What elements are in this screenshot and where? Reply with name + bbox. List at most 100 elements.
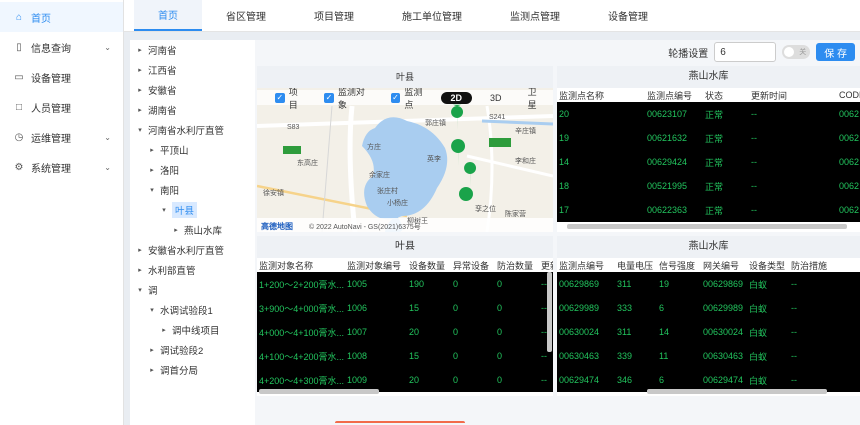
table-cell: 00521995: [645, 174, 703, 198]
sidebar-item[interactable]: ▯ 信息查询 ⌄: [0, 32, 123, 62]
table-row[interactable]: 4+000～4+100膏水... 1007 20 0 0 --: [257, 320, 553, 344]
table-cell: 14: [657, 320, 701, 344]
tree-node[interactable]: ▸ 调首分局: [130, 360, 255, 380]
tree-node[interactable]: ▸ 湖南省: [130, 100, 255, 120]
checkbox-checked[interactable]: ✓: [324, 92, 334, 103]
table-cell: 0062: [837, 126, 860, 150]
table-row[interactable]: 1+200～2+200膏水... 1005 190 0 0 --: [257, 272, 553, 296]
table-row[interactable]: 00630463 339 11 00630463 白蚁 --: [557, 344, 860, 368]
tree-node[interactable]: ▸ 平顶山: [130, 140, 255, 160]
map-filter-label: 监测点: [404, 86, 423, 110]
column-header: 监测对象编号: [345, 258, 407, 272]
column-header: 网关编号: [701, 258, 747, 272]
table-cell: 333: [615, 296, 657, 320]
tree-node[interactable]: ▸ 洛阳: [130, 160, 255, 180]
checkbox-checked[interactable]: ✓: [275, 92, 285, 103]
tree-node[interactable]: ▸ 江西省: [130, 60, 255, 80]
tree-node[interactable]: ▾ 河南省水利厅直管: [130, 120, 255, 140]
caret-right-icon[interactable]: ▸: [134, 66, 146, 74]
table-row[interactable]: 00630024 311 14 00630024 白蚁 --: [557, 320, 860, 344]
table-row[interactable]: 14 00629424 正常 -- 0062: [557, 150, 860, 174]
caret-down-icon[interactable]: ▾: [158, 206, 170, 214]
tree-node[interactable]: ▾ 叶县: [130, 200, 255, 220]
horizontal-scrollbar[interactable]: [647, 389, 827, 394]
horizontal-scrollbar[interactable]: [259, 389, 379, 394]
table-cell: 1008: [345, 344, 407, 368]
table-cell: 190: [407, 272, 451, 296]
table-cell: 0: [495, 272, 539, 296]
map-mode-卫星[interactable]: 卫星: [520, 85, 553, 111]
table-row[interactable]: 00629869 311 19 00629869 白蚁 --: [557, 272, 860, 296]
table-row[interactable]: 3+900～4+000膏水... 1006 15 0 0 --: [257, 296, 553, 320]
map-filter-label: 项目: [288, 86, 298, 110]
tree-node-label: 平顶山: [160, 146, 189, 157]
caret-down-icon[interactable]: ▾: [134, 126, 146, 134]
tab-item[interactable]: 设备管理: [584, 0, 672, 31]
sidebar-item[interactable]: ⌂ 首页: [0, 2, 123, 32]
sidebar-item[interactable]: □ 人员管理: [0, 92, 123, 122]
caret-right-icon[interactable]: ▸: [146, 166, 158, 174]
tree-node[interactable]: ▾ 调: [130, 280, 255, 300]
caret-right-icon[interactable]: ▸: [146, 346, 158, 354]
sidebar-item[interactable]: ◷ 运维管理 ⌄: [0, 122, 123, 152]
tree-node-label: 河南省: [148, 46, 177, 57]
tree-node[interactable]: ▸ 燕山水库: [130, 220, 255, 240]
sidebar-item-label: 系统管理: [31, 163, 71, 175]
tree-node[interactable]: ▾ 南阳: [130, 180, 255, 200]
tab-item[interactable]: 监测点管理: [486, 0, 584, 31]
caret-right-icon[interactable]: ▸: [134, 266, 146, 274]
map-mode-3d[interactable]: 3D: [482, 93, 510, 103]
caret-right-icon[interactable]: ▸: [170, 226, 182, 234]
table-cell: 00630463: [701, 344, 747, 368]
table-cell: 00629424: [645, 150, 703, 174]
tab-item[interactable]: 施工单位管理: [378, 0, 486, 31]
caret-down-icon[interactable]: ▾: [146, 306, 158, 314]
tree-node[interactable]: ▸ 河南省: [130, 40, 255, 60]
table-row[interactable]: 19 00621632 正常 -- 0062: [557, 126, 860, 150]
caret-right-icon[interactable]: ▸: [146, 146, 158, 154]
save-button[interactable]: 保 存: [816, 43, 855, 61]
tree-node[interactable]: ▸ 水利部直管: [130, 260, 255, 280]
tree-node[interactable]: ▸ 安徽省: [130, 80, 255, 100]
table-row[interactable]: 00629989 333 6 00629989 白蚁 --: [557, 296, 860, 320]
table-cell: 00621632: [645, 126, 703, 150]
rotation-input[interactable]: [714, 42, 777, 62]
caret-right-icon[interactable]: ▸: [134, 106, 146, 114]
tab-item[interactable]: 首页: [134, 0, 202, 31]
horizontal-scrollbar[interactable]: [567, 224, 847, 229]
caret-right-icon[interactable]: ▸: [146, 366, 158, 374]
region-tree: ▸ 河南省 ▸ 江西省 ▸ 安徽省 ▸ 湖南省 ▾ 河南省水利厅直管 ▸ 平顶山 ▸ 洛阳 ▾ 南阳 ▾ 叶县 ▸ 燕…: [130, 40, 255, 425]
caret-right-icon[interactable]: ▸: [134, 86, 146, 94]
table-cell: 正常: [703, 102, 749, 126]
table-cell: 0062: [837, 198, 860, 222]
caret-right-icon[interactable]: ▸: [158, 326, 170, 334]
monitoring-point-table: 监测点名称监测点编号状态更新时间CODE2000623107正常--006219…: [557, 88, 860, 222]
table-cell: 15: [407, 296, 451, 320]
checkbox-checked[interactable]: ✓: [390, 92, 401, 103]
table-row[interactable]: 20 00623107 正常 -- 0062: [557, 102, 860, 126]
caret-down-icon[interactable]: ▾: [134, 286, 146, 294]
tab-item[interactable]: 项目管理: [290, 0, 378, 31]
caret-down-icon[interactable]: ▾: [146, 186, 158, 194]
tree-node[interactable]: ▸ 安徽省水利厅直管: [130, 240, 255, 260]
table-row[interactable]: 17 00622363 正常 -- 0062: [557, 198, 860, 222]
table-cell: --: [749, 126, 837, 150]
table-row[interactable]: 18 00521995 正常 -- 0062: [557, 174, 860, 198]
tab-item[interactable]: 省区管理: [202, 0, 290, 31]
tree-node[interactable]: ▾ 水调试验段1: [130, 300, 255, 320]
column-header: CODE: [837, 88, 860, 102]
caret-right-icon[interactable]: ▸: [134, 46, 146, 54]
rotation-switch[interactable]: 关: [782, 45, 811, 59]
table-cell: 20: [407, 368, 451, 392]
table-cell: 00630024: [557, 320, 615, 344]
caret-right-icon[interactable]: ▸: [134, 246, 146, 254]
table-row[interactable]: 4+100～4+200膏水... 1008 15 0 0 --: [257, 344, 553, 368]
tree-node[interactable]: ▸ 调中线项目: [130, 320, 255, 340]
tree-node[interactable]: ▸ 调试验段2: [130, 340, 255, 360]
vertical-scrollbar[interactable]: [547, 272, 552, 352]
sidebar-item[interactable]: ⚙ 系统管理 ⌄: [0, 152, 123, 182]
map-mode-2d[interactable]: 2D: [440, 91, 473, 104]
column-header: 更新时间: [749, 88, 837, 102]
table-cell: 311: [615, 320, 657, 344]
sidebar-item[interactable]: ▭ 设备管理: [0, 62, 123, 92]
